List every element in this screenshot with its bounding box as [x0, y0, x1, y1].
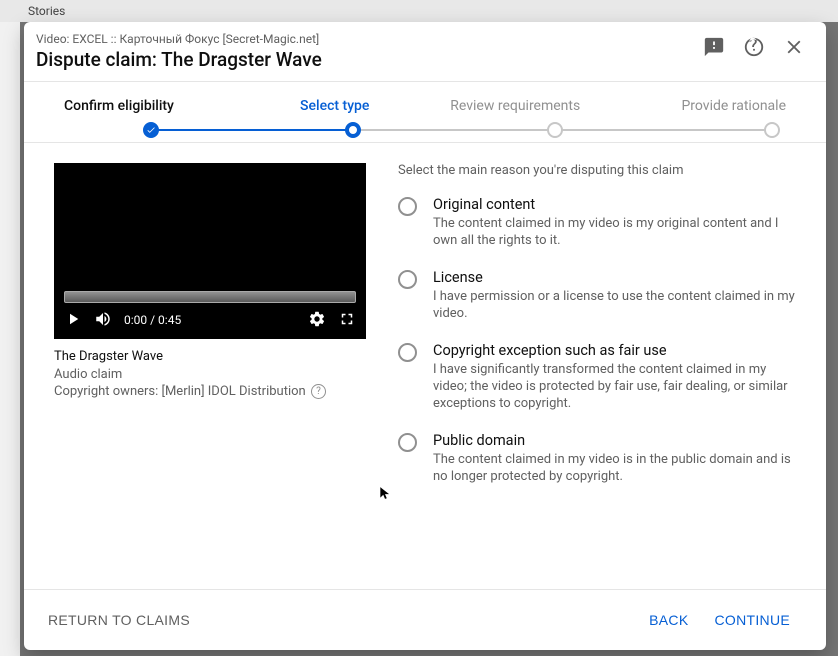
dialog-title: Dispute claim: The Dragster Wave: [36, 48, 692, 71]
dispute-dialog: Video: EXCEL :: Карточный Фокус [Secret-…: [24, 22, 826, 650]
option-desc: The content claimed in my video is in th…: [433, 451, 796, 485]
option-title: License: [433, 269, 796, 286]
video-scrubber[interactable]: [64, 291, 356, 303]
step-node-1[interactable]: [143, 122, 159, 138]
video-meta: The Dragster Wave Audio claim Copyright …: [54, 349, 366, 400]
option-original-content[interactable]: Original content The content claimed in …: [398, 196, 796, 249]
background-sidebar: [0, 0, 20, 656]
header-icons: [700, 34, 808, 62]
step-confirm-eligibility[interactable]: Confirm eligibility: [64, 98, 245, 114]
close-icon: [783, 36, 805, 61]
left-column: 0:00 / 0:45 The Dragster Wave Audio clai…: [54, 163, 366, 569]
close-button[interactable]: [780, 34, 808, 62]
feedback-button[interactable]: [700, 34, 728, 62]
dialog-footer: RETURN TO CLAIMS BACK CONTINUE: [24, 589, 826, 650]
option-desc: I have permission or a license to use th…: [433, 288, 796, 322]
option-title: Original content: [433, 196, 796, 213]
step-review-requirements: Review requirements: [425, 98, 606, 114]
claimed-title: The Dragster Wave: [54, 349, 366, 364]
fullscreen-icon[interactable]: [338, 310, 356, 331]
stepper-track: [64, 124, 786, 136]
feedback-icon: [703, 36, 725, 61]
copyright-owners: Copyright owners: [Merlin] IDOL Distribu…: [54, 383, 366, 400]
stepper-labels: Confirm eligibility Select type Review r…: [64, 98, 786, 114]
option-public-domain[interactable]: Public domain The content claimed in my …: [398, 432, 796, 485]
step-provide-rationale: Provide rationale: [606, 98, 787, 114]
time-display: 0:00 / 0:45: [124, 313, 181, 327]
help-button[interactable]: [740, 34, 768, 62]
header-text: Video: EXCEL :: Карточный Фокус [Secret-…: [36, 32, 692, 71]
option-title: Copyright exception such as fair use: [433, 342, 796, 359]
check-icon: [146, 125, 156, 135]
play-icon[interactable]: [64, 310, 82, 331]
background-tab: Stories: [0, 0, 838, 22]
track-line-progress: [151, 129, 353, 131]
option-title: Public domain: [433, 432, 796, 449]
dialog-header: Video: EXCEL :: Карточный Фокус [Secret-…: [24, 22, 826, 82]
settings-icon[interactable]: [308, 310, 326, 331]
option-fair-use[interactable]: Copyright exception such as fair use I h…: [398, 342, 796, 412]
radio-icon: [398, 433, 417, 452]
option-license[interactable]: License I have permission or a license t…: [398, 269, 796, 322]
video-player[interactable]: 0:00 / 0:45: [54, 163, 366, 339]
radio-icon: [398, 343, 417, 362]
claim-type: Audio claim: [54, 366, 366, 383]
right-column: Select the main reason you're disputing …: [398, 163, 796, 569]
back-button[interactable]: BACK: [635, 604, 702, 636]
return-to-claims-button[interactable]: RETURN TO CLAIMS: [48, 612, 190, 628]
option-desc: The content claimed in my video is my or…: [433, 215, 796, 249]
step-node-2[interactable]: [345, 122, 361, 138]
option-desc: I have significantly transformed the con…: [433, 361, 796, 412]
help-icon: [743, 36, 765, 61]
section-label: Select the main reason you're disputing …: [398, 163, 796, 178]
step-select-type[interactable]: Select type: [245, 98, 426, 114]
step-node-4: [764, 122, 780, 138]
radio-icon: [398, 270, 417, 289]
video-controls: 0:00 / 0:45: [54, 305, 366, 335]
owners-help-icon[interactable]: ?: [311, 384, 326, 399]
video-label: Video: EXCEL :: Карточный Фокус [Secret-…: [36, 32, 692, 46]
dialog-content: 0:00 / 0:45 The Dragster Wave Audio clai…: [24, 143, 826, 589]
step-node-3: [547, 122, 563, 138]
mouse-cursor: [378, 486, 392, 500]
volume-icon[interactable]: [94, 310, 112, 331]
radio-icon: [398, 197, 417, 216]
stepper: Confirm eligibility Select type Review r…: [24, 82, 826, 143]
continue-button[interactable]: CONTINUE: [702, 604, 802, 636]
